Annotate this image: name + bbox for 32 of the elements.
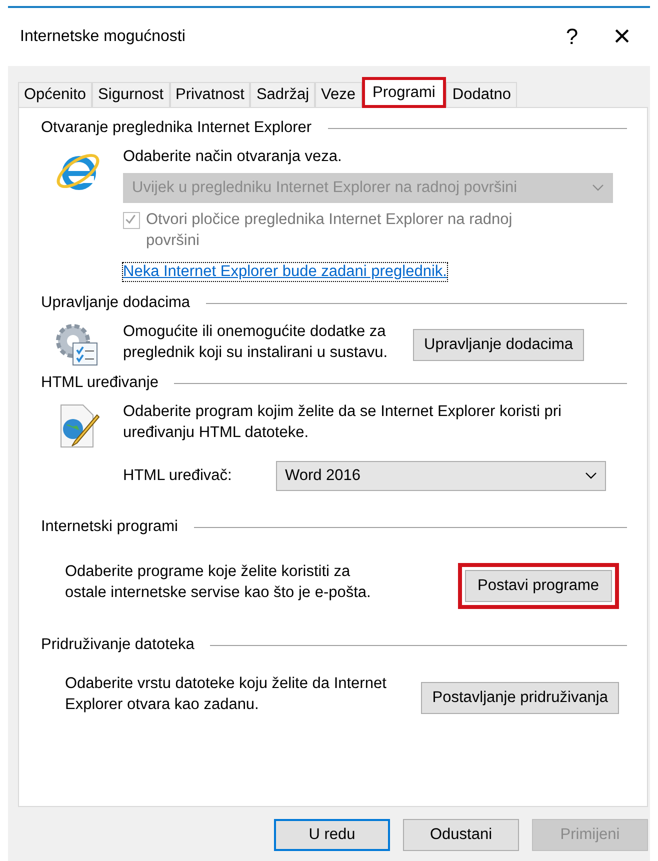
dropdown[interactable]: Word 2016 bbox=[276, 461, 606, 491]
chevron-down-icon bbox=[585, 472, 597, 480]
checkbox-label: Otvori pločice preglednika Internet Explorer na radnoj površini bbox=[146, 210, 514, 251]
tab[interactable]: Veze bbox=[315, 82, 362, 107]
section-title: Internetski programi bbox=[41, 518, 178, 536]
description-text: Omogućite ili onemogućite dodatke za preglednik koji su instalirani u sustavu. bbox=[123, 322, 388, 363]
description-text: Odaberite program kojim želite da se Internet Explorer koristi pri uređivanju HTML datoteke. bbox=[123, 402, 562, 443]
action-button[interactable]: Postavi programe bbox=[458, 563, 619, 609]
description-text: Odaberite programe koje želite koristiti za ostale internetske servise kao što je e-pošta. bbox=[65, 562, 372, 603]
section-title: Pridruživanje datoteka bbox=[41, 636, 194, 654]
default-browser-link[interactable]: Neka Internet Explorer bude zadani preglednik. bbox=[123, 263, 447, 281]
tab[interactable]: Dodatno bbox=[446, 82, 517, 107]
description-text: Odaberite vrstu datoteke koju želite da Internet Explorer otvara kao zadanu. bbox=[65, 674, 388, 715]
tab[interactable]: Sigurnost bbox=[92, 82, 170, 107]
help-button[interactable]: ? bbox=[550, 19, 594, 55]
field-label: HTML uređivač: bbox=[123, 467, 233, 485]
tab[interactable]: Programi bbox=[362, 77, 446, 108]
tab[interactable]: Općenito bbox=[18, 82, 92, 107]
tab[interactable]: Privatnost bbox=[170, 82, 250, 107]
section-title: HTML uređivanje bbox=[41, 374, 158, 392]
action-button[interactable]: Upravljanje dodacima bbox=[413, 329, 584, 361]
close-button[interactable]: × bbox=[594, 19, 650, 55]
checkmark-icon bbox=[124, 213, 137, 226]
instruction-text: Odaberite način otvaranja veza. bbox=[123, 147, 343, 167]
tab[interactable]: Sadržaj bbox=[250, 82, 316, 107]
dialog-button[interactable]: U redu bbox=[274, 819, 390, 851]
section-title: Upravljanje dodacima bbox=[41, 294, 190, 312]
dialog-button[interactable]: Odustani bbox=[403, 819, 519, 851]
window-title: Internetske mogućnosti bbox=[20, 28, 186, 46]
chevron-down-icon bbox=[592, 184, 604, 192]
action-button[interactable]: Postavljanje pridruživanja bbox=[421, 682, 619, 714]
section-title: Otvaranje preglednika Internet Explorer bbox=[41, 119, 312, 137]
